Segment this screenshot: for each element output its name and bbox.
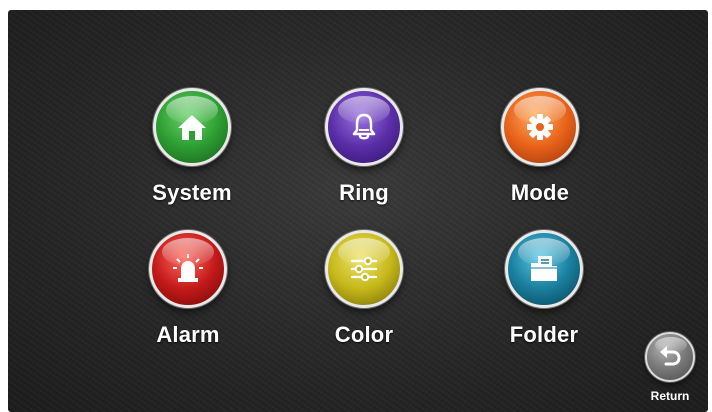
bell-icon <box>352 113 376 140</box>
mode-button[interactable] <box>501 88 579 166</box>
menu-item-system[interactable]: System <box>122 88 262 218</box>
menu-item-label: Alarm <box>156 322 220 347</box>
return-button-orb[interactable] <box>645 332 695 382</box>
folder-icon <box>531 256 557 281</box>
menu-item-label: Folder <box>509 322 579 347</box>
menu-item-color[interactable]: Color <box>294 230 434 360</box>
main-menu-screen: System Ring Mode Alarm Color Folder Retu… <box>8 10 708 412</box>
menu-item-ring[interactable]: Ring <box>294 88 434 218</box>
return-arrow-icon <box>660 346 681 366</box>
color-button[interactable] <box>325 230 403 308</box>
return-button[interactable]: Return <box>640 332 700 412</box>
gear-icon <box>527 114 553 140</box>
folder-button[interactable] <box>505 230 583 308</box>
menu-item-label: Ring <box>339 180 389 205</box>
menu-item-label: Mode <box>510 180 570 205</box>
menu-item-alarm[interactable]: Alarm <box>118 230 258 360</box>
home-icon <box>178 115 206 140</box>
siren-icon <box>173 254 203 282</box>
menu-item-mode[interactable]: Mode <box>470 88 610 218</box>
alarm-button[interactable] <box>149 230 227 308</box>
menu-item-folder[interactable]: Folder <box>474 230 614 360</box>
sliders-icon <box>350 256 378 282</box>
ring-button[interactable] <box>325 88 403 166</box>
system-button[interactable] <box>153 88 231 166</box>
menu-item-label: System <box>152 180 232 205</box>
menu-item-label: Color <box>334 322 394 347</box>
return-label: Return <box>650 389 690 403</box>
